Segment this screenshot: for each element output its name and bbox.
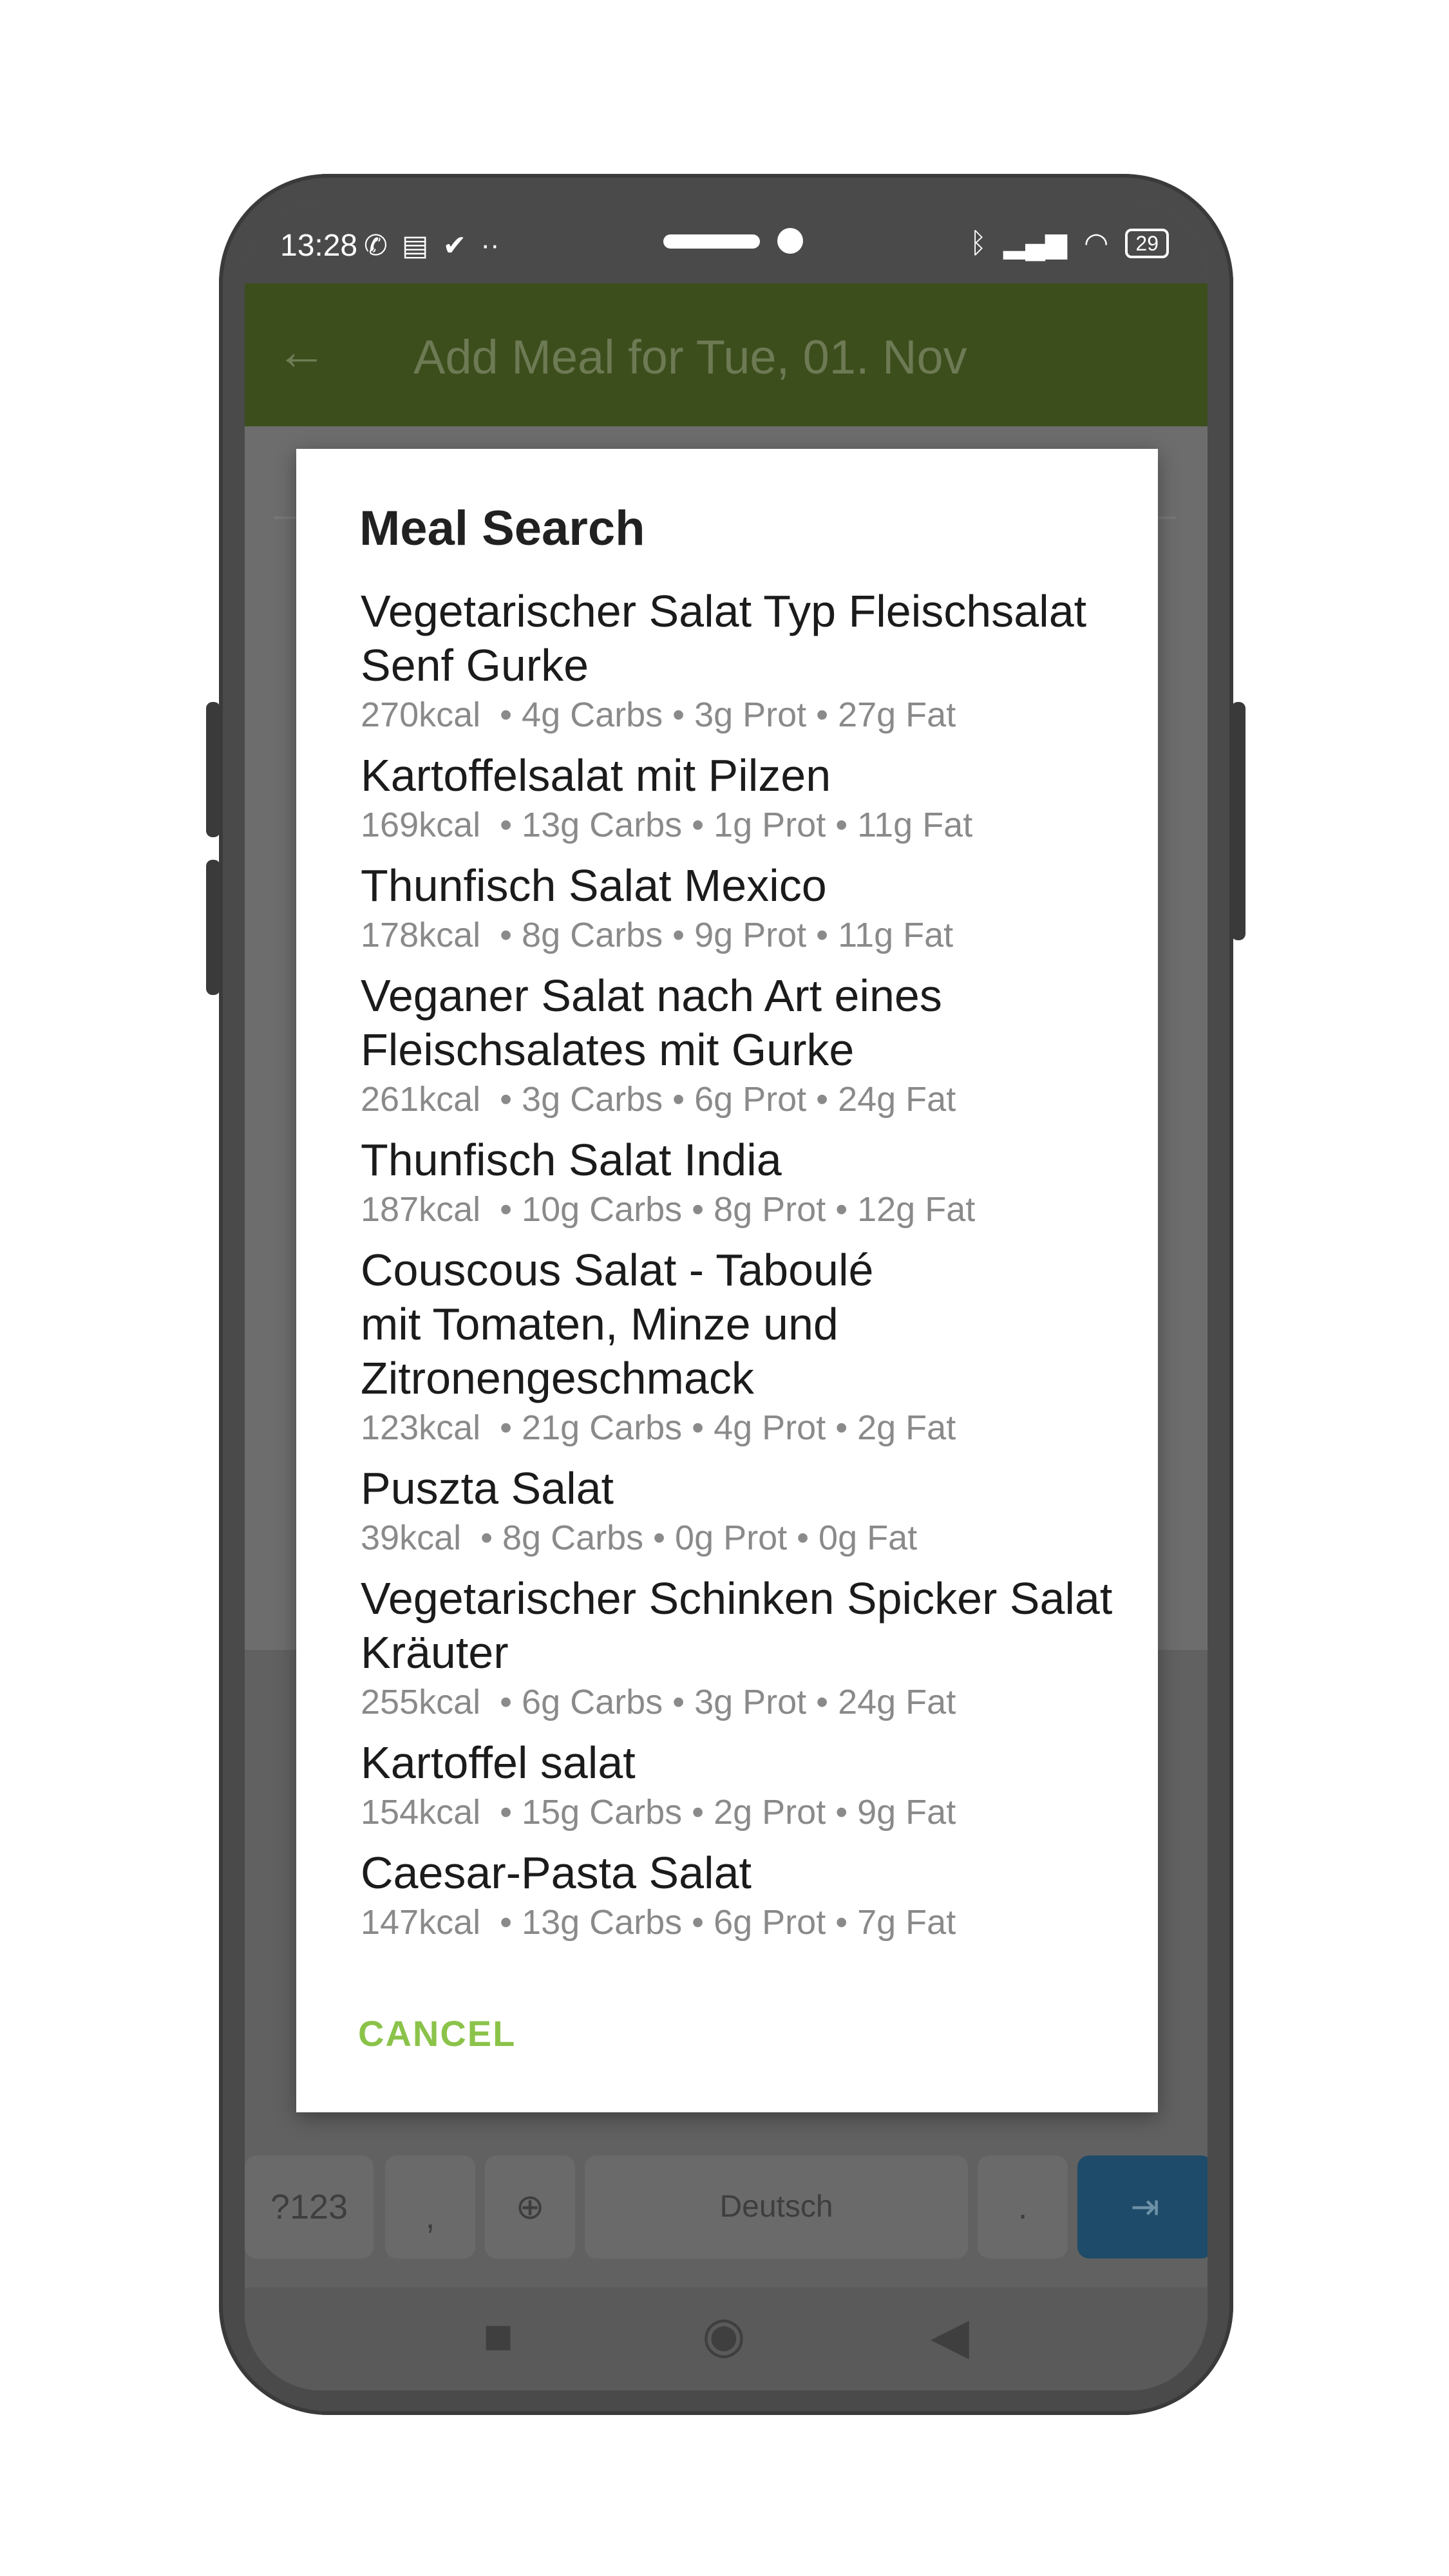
front-camera: [777, 228, 803, 254]
meal-result-item[interactable]: Kartoffel salat 154kcal • 15g Carbs • 2g …: [361, 1736, 1127, 1835]
meal-result-list: Vegetarischer Salat Typ Fleischsalat Sen…: [361, 584, 1127, 1956]
battery-icon: 29: [1125, 228, 1169, 258]
meal-result-item[interactable]: Puszta Salat 39kcal • 8g Carbs • 0g Prot …: [361, 1461, 1127, 1560]
meal-result-item[interactable]: Vegetarischer Salat Typ Fleischsalat Sen…: [361, 584, 1127, 737]
meal-result-macros: 39kcal • 8g Carbs • 0g Prot • 0g Fat: [361, 1519, 918, 1557]
key-space[interactable]: Deutsch: [585, 2155, 968, 2259]
recent-apps-icon[interactable]: ■: [483, 2307, 513, 2365]
meal-result-item[interactable]: Vegetarischer Schinken Spicker Salat Krä…: [361, 1571, 1127, 1725]
meal-result-item[interactable]: Veganer Salat nach Art eines Fleischsala…: [361, 969, 1127, 1122]
battery-level: 29: [1135, 231, 1159, 255]
side-button-volume-up: [206, 702, 220, 837]
meal-result-name: Vegetarischer Schinken Spicker Salat Krä…: [361, 1573, 1113, 1678]
cancel-button[interactable]: CANCEL: [358, 2012, 516, 2054]
message-icon: ▤: [401, 230, 429, 261]
meal-result-name: Caesar-Pasta Salat: [361, 1848, 752, 1898]
side-button-power: [1231, 702, 1245, 940]
meal-result-macros: 261kcal • 3g Carbs • 6g Prot • 24g Fat: [361, 1080, 956, 1119]
app-bar: ← Add Meal for Tue, 01. Nov: [245, 283, 1208, 426]
meal-result-name: Thunfisch Salat India: [361, 1135, 782, 1185]
arrow-back-icon[interactable]: ←: [276, 322, 327, 381]
meal-result-macros: 147kcal • 13g Carbs • 6g Prot • 7g Fat: [361, 1903, 956, 1942]
meal-result-item[interactable]: Couscous Salat - Taboulé mit Tomaten, Mi…: [361, 1243, 1127, 1450]
meal-result-item[interactable]: Caesar-Pasta Salat 147kcal • 13g Carbs • …: [361, 1846, 1127, 1945]
meal-result-name: Couscous Salat - Taboulé mit Tomaten, Mi…: [361, 1245, 874, 1403]
meal-result-macros: 255kcal • 6g Carbs • 3g Prot • 24g Fat: [361, 1683, 956, 1721]
home-icon[interactable]: ◉: [702, 2306, 746, 2364]
meal-result-macros: 154kcal • 15g Carbs • 2g Prot • 9g Fat: [361, 1793, 956, 1832]
meal-search-dialog: Meal Search Vegetarischer Salat Typ Flei…: [296, 449, 1158, 2112]
page-title: Add Meal for Tue, 01. Nov: [413, 330, 967, 384]
whatsapp-icon: ✆: [364, 230, 388, 261]
meal-result-item[interactable]: Thunfisch Salat Mexico 178kcal • 8g Carbs…: [361, 858, 1127, 958]
meal-result-macros: 169kcal • 13g Carbs • 1g Prot • 11g Fat: [361, 806, 973, 844]
wifi-icon: ◠: [1084, 227, 1109, 259]
meal-result-name: Kartoffel salat: [361, 1738, 636, 1788]
more-dots-icon: ··: [480, 229, 500, 261]
bluetooth-icon: ᛒ: [969, 227, 987, 259]
meal-result-name: Puszta Salat: [361, 1463, 614, 1513]
meal-result-name: Vegetarischer Salat Typ Fleischsalat Sen…: [361, 586, 1087, 690]
key-symbols[interactable]: ?123: [245, 2155, 374, 2259]
meal-result-item[interactable]: Thunfisch Salat India 187kcal • 10g Carbs…: [361, 1133, 1127, 1232]
meal-result-macros: 178kcal • 8g Carbs • 9g Prot • 11g Fat: [361, 916, 954, 954]
globe-icon[interactable]: ⊕: [485, 2155, 575, 2259]
meal-result-item[interactable]: Kartoffelsalat mit Pilzen 169kcal • 13g C…: [361, 748, 1127, 848]
tab-arrow-icon[interactable]: ⇥: [1077, 2155, 1208, 2259]
status-time: 13:28: [280, 229, 358, 263]
key-emoji-comma[interactable]: ,: [385, 2155, 475, 2259]
meal-result-macros: 123kcal • 21g Carbs • 4g Prot • 2g Fat: [361, 1408, 956, 1447]
signal-icon: ▂▄▆: [1003, 227, 1067, 259]
meal-result-name: Kartoffelsalat mit Pilzen: [361, 750, 831, 800]
meal-result-macros: 187kcal • 10g Carbs • 8g Prot • 12g Fat: [361, 1190, 976, 1229]
check-circle-icon: ✔: [442, 230, 467, 261]
meal-result-macros: 270kcal • 4g Carbs • 3g Prot • 27g Fat: [361, 696, 956, 734]
side-button-volume-down: [206, 860, 220, 995]
dialog-title: Meal Search: [359, 501, 645, 556]
meal-result-name: Veganer Salat nach Art eines Fleischsala…: [361, 971, 942, 1075]
speaker-grille: [663, 234, 760, 249]
camera-notch: [538, 201, 918, 283]
status-left-icons: ✆ ▤ ✔ ··: [364, 229, 500, 262]
key-period[interactable]: .: [978, 2155, 1068, 2259]
system-nav-bar: ■ ◉ ◀: [245, 2287, 1208, 2391]
meal-result-name: Thunfisch Salat Mexico: [361, 860, 827, 911]
status-right-icons: ᛒ ▂▄▆ ◠ 29: [970, 227, 1169, 260]
back-nav-icon[interactable]: ◀: [931, 2307, 969, 2365]
